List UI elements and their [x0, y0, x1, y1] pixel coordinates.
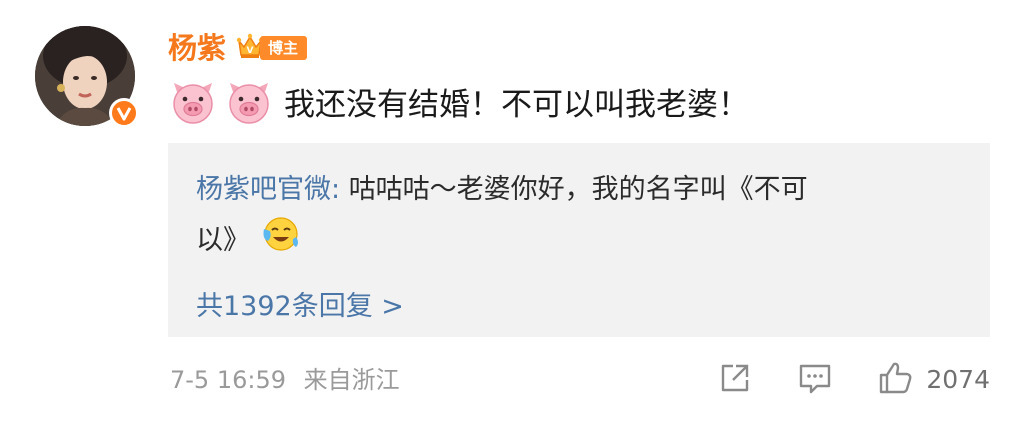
comment-actions: 2074	[716, 358, 990, 402]
reply-line-1: 杨紫吧官微: 咕咕咕～老婆你好，我的名字叫《不可	[196, 167, 960, 213]
crown-icon: V	[226, 31, 264, 65]
comment-body: 我还没有结婚！不可以叫我老婆！	[170, 80, 749, 130]
username[interactable]: 杨紫	[168, 28, 226, 68]
pig-face-emoji	[226, 80, 282, 130]
tears-of-joy-emoji	[250, 213, 300, 268]
verified-v-icon	[109, 98, 139, 128]
reply-author[interactable]: 杨紫吧官微	[196, 174, 331, 205]
like-count: 2074	[926, 365, 990, 394]
comment-icon[interactable]	[796, 359, 834, 401]
reply-line-2: 以》	[196, 213, 960, 268]
comment-text: 我还没有结婚！不可以叫我老婆！	[284, 87, 749, 123]
thumbs-up-icon[interactable]	[876, 359, 914, 401]
svg-text:V: V	[247, 46, 254, 56]
comment-location: 来自浙江	[303, 366, 400, 394]
pig-face-emoji	[170, 80, 226, 130]
user-row: 杨紫 V 博主	[168, 28, 308, 68]
reply-preview-box[interactable]: 杨紫吧官微: 咕咕咕～老婆你好，我的名字叫《不可 以》 共1392条回复 >	[168, 143, 990, 337]
share-icon[interactable]	[716, 359, 754, 401]
comment-time: 7-5 16:59	[170, 366, 286, 394]
reply-separator: :	[331, 174, 349, 205]
reply-text-line-1: 咕咕咕～老婆你好，我的名字叫《不可	[348, 174, 808, 205]
blogger-badge: 博主	[260, 36, 308, 60]
reply-text-line-2: 以》	[196, 224, 250, 256]
weibo-comment-card: 杨紫 V 博主 我还没有结婚！不可以叫我老婆！ 杨紫吧官微: 咕咕咕～老婆你好，…	[0, 0, 1024, 432]
comment-meta: 7-5 16:59 来自浙江	[170, 360, 400, 400]
view-all-replies-link[interactable]: 共1392条回复 >	[196, 284, 404, 330]
avatar-container[interactable]	[35, 26, 139, 128]
